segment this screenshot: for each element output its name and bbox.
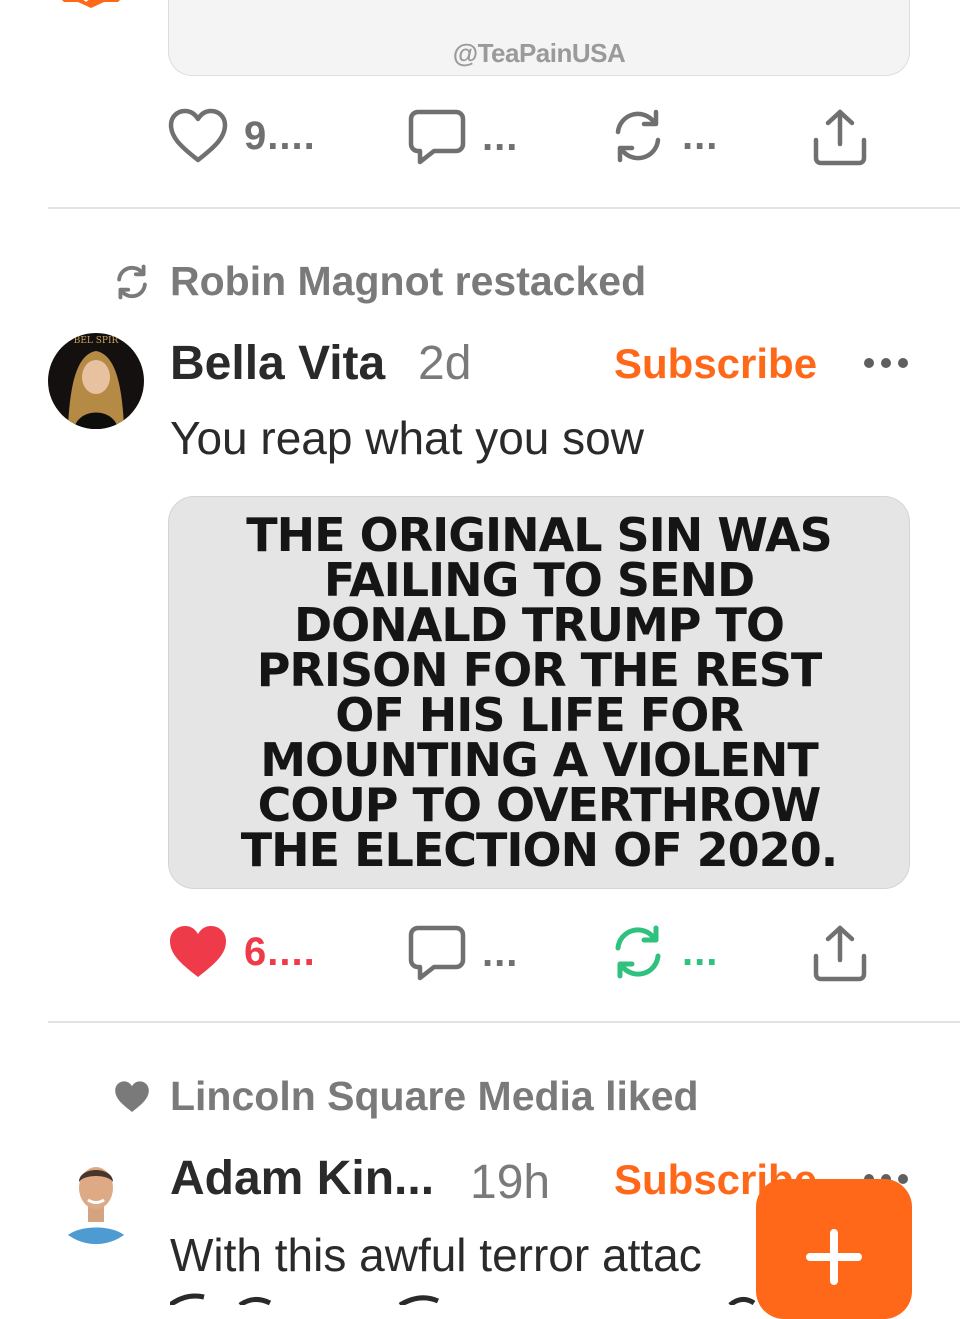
like-count: 9.... <box>244 113 316 158</box>
like-button[interactable]: 6.... <box>168 924 316 980</box>
heart-filled-icon <box>170 926 226 977</box>
restack-icon <box>615 109 661 163</box>
image-text-line: MOUNTING A VIOLENT <box>260 732 819 787</box>
share-icon <box>813 925 867 982</box>
compose-button[interactable] <box>756 1179 912 1319</box>
restack-button[interactable]: ... <box>610 108 718 164</box>
heart-icon <box>112 1077 152 1117</box>
dot <box>898 1174 908 1184</box>
comment-button[interactable]: ... <box>408 108 518 166</box>
heart-icon <box>168 108 228 163</box>
comment-icon <box>408 925 466 981</box>
like-button[interactable]: 9.... <box>168 108 316 164</box>
share-button[interactable] <box>812 108 868 166</box>
image-text-line: THE ORIGINAL SIN WAS <box>246 507 832 562</box>
image-text-line: COUP TO OVERTHROW <box>257 777 822 832</box>
share-icon <box>813 109 867 166</box>
subscribe-button[interactable]: Subscribe <box>614 340 817 388</box>
action-bar: 9.... ... ... <box>0 104 960 174</box>
action-bar: 6.... ... ... <box>0 920 960 990</box>
like-count: 6.... <box>244 929 316 974</box>
timestamp: 19h <box>470 1156 551 1209</box>
restack-button[interactable]: ... <box>610 924 718 980</box>
avatar[interactable] <box>48 1148 144 1244</box>
comment-button[interactable]: ... <box>408 924 518 982</box>
comment-count: ... <box>482 930 519 975</box>
post-text: You reap what you sow <box>170 412 644 464</box>
restack-icon <box>615 925 661 979</box>
context-label: Lincoln Square Media liked <box>170 1073 699 1119</box>
image-text-line: FAILING TO SEND <box>323 552 755 607</box>
bookmark-ribbon-icon <box>62 0 120 8</box>
more-options-button[interactable] <box>864 358 908 368</box>
post-text: With this awful terror attac <box>170 1229 702 1281</box>
dot <box>898 358 908 368</box>
restack-icon <box>112 262 152 302</box>
avatar[interactable]: BEL SPIR <box>48 333 144 429</box>
restack-count: ... <box>682 929 719 974</box>
timestamp: 2d <box>418 337 472 390</box>
comment-icon <box>408 109 466 165</box>
author-name[interactable]: Bella Vita <box>170 336 385 391</box>
dot <box>881 358 891 368</box>
image-text-line: THE ELECTION OF 2020. <box>240 822 838 877</box>
post-text-next-line <box>168 1292 770 1308</box>
divider <box>48 1021 960 1023</box>
context-label: Robin Magnot restacked <box>170 258 647 304</box>
svg-text:BEL SPIR: BEL SPIR <box>74 336 119 346</box>
like-context[interactable]: Lincoln Square Media liked <box>112 1073 699 1120</box>
author-name[interactable]: Adam Kin... <box>170 1151 434 1206</box>
divider <box>48 207 960 209</box>
dot <box>864 358 874 368</box>
restack-context[interactable]: Robin Magnot restacked <box>112 258 646 305</box>
embedded-image-card[interactable]: @TeaPainUSA <box>168 0 910 76</box>
image-text-line: OF HIS LIFE FOR <box>335 687 744 742</box>
plus-icon <box>806 1229 862 1285</box>
restack-count: ... <box>682 113 719 158</box>
image-watermark: @TeaPainUSA <box>452 38 626 68</box>
comment-count: ... <box>482 114 519 159</box>
share-button[interactable] <box>812 924 868 982</box>
image-text-line: DONALD TRUMP TO <box>293 597 785 652</box>
post-image[interactable]: THE ORIGINAL SIN WAS FAILING TO SEND DON… <box>168 496 910 889</box>
image-text-line: PRISON FOR THE REST <box>256 642 823 697</box>
